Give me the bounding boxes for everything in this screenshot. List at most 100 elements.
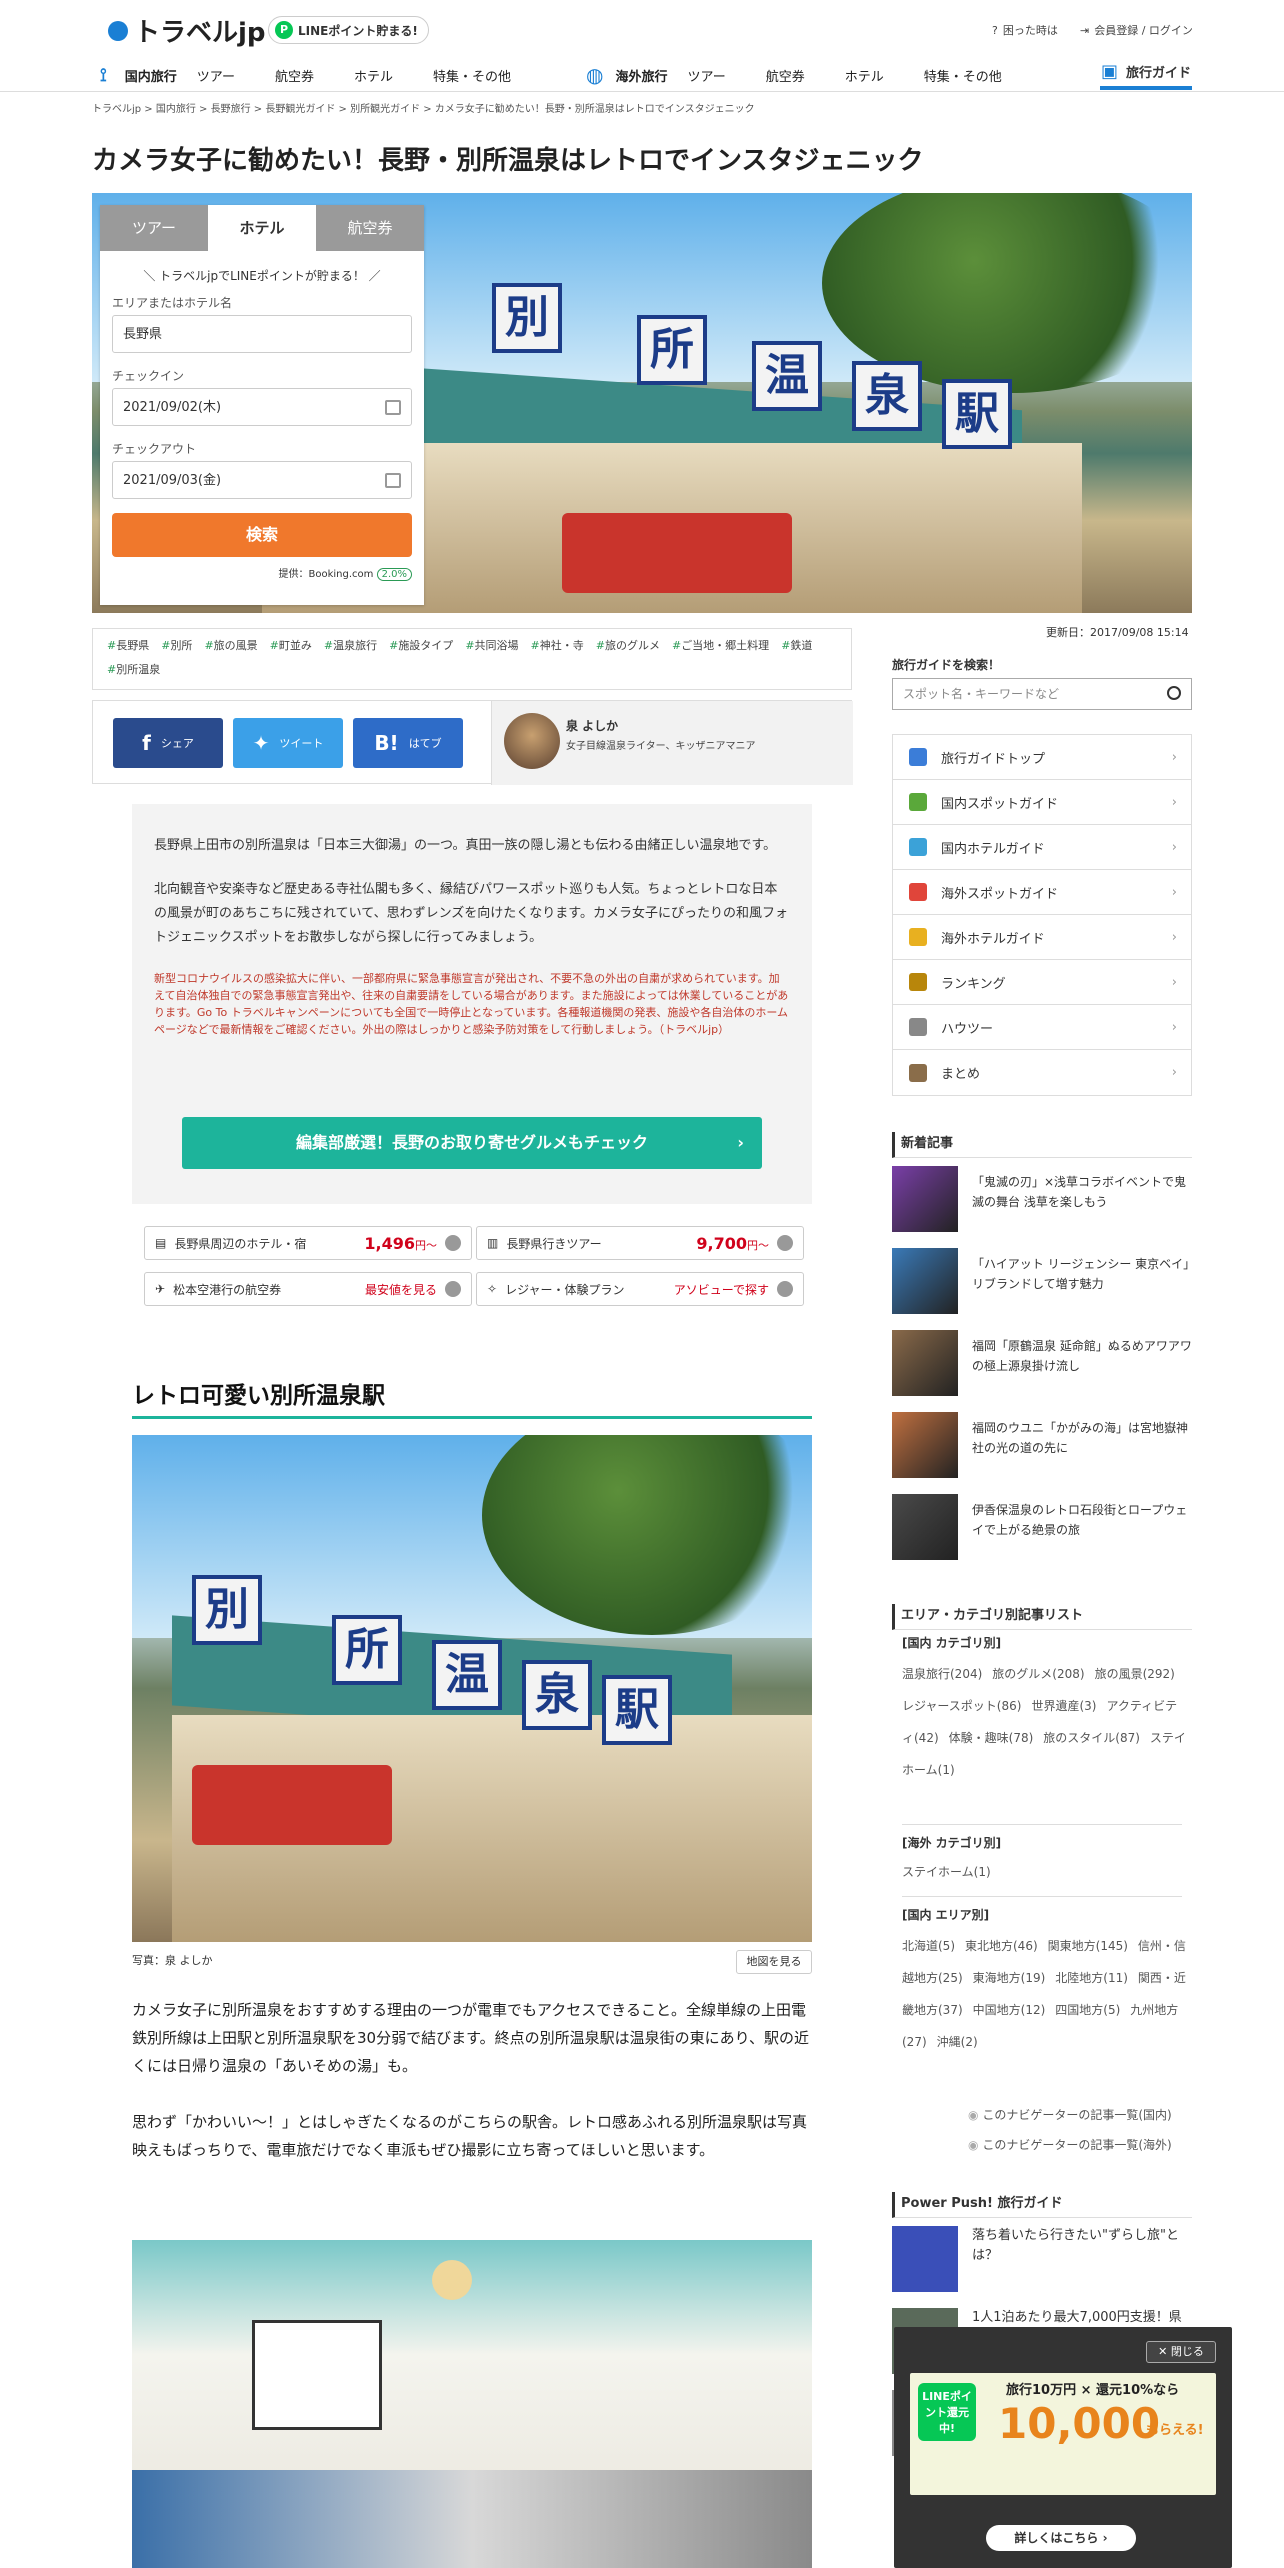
tag-link[interactable]: #温泉旅行 [324, 637, 377, 653]
sidebar-item[interactable]: ハウツー › [893, 1005, 1191, 1050]
hash-icon: # [204, 639, 214, 652]
chevron-right-icon: › [1171, 794, 1177, 810]
chevron-right-icon: › [1171, 839, 1177, 855]
lightbulb-icon: ✧ [487, 1282, 498, 1296]
news-item[interactable]: 福岡のウユニ「かがみの海」は宮地嶽神社の光の道の先に [892, 1412, 1192, 1478]
checkout-input[interactable]: 2021/09/03(金) [112, 461, 412, 499]
search-icon[interactable] [1167, 686, 1181, 700]
nav-domestic: ⟟ 国内旅行 ツアー 航空券 ホテル 特集・その他 [100, 60, 531, 90]
line-points-badge[interactable]: P LINEポイント貯まる! [268, 16, 429, 44]
category-link[interactable]: 沖縄(2) [937, 2035, 978, 2049]
tag-link[interactable]: #別所温泉 [107, 661, 160, 677]
quick-link-leisure[interactable]: ✧ レジャー・体験プラン アソビューで探す [476, 1272, 804, 1306]
arrow-circle-icon [445, 1281, 461, 1297]
nav-overseas-head[interactable]: ◍ 海外旅行 [586, 63, 667, 87]
category-link[interactable]: 関東地方(145) [1048, 1939, 1128, 1953]
map-button[interactable]: 地図を見る [736, 1950, 812, 1974]
author-card[interactable]: 泉 よしか 女子目線温泉ライター、キッザニアマニア [491, 701, 853, 785]
nav-domestic-head[interactable]: ⟟ 国内旅行 [100, 65, 177, 86]
line-campaign-banner[interactable]: ✕ 閉じる LINEポイント還元中! 旅行10万円 × 還元10%なら 10,0… [894, 2327, 1232, 2568]
category-link[interactable]: 東北地方(46) [965, 1939, 1038, 1953]
nav-overseas-special[interactable]: 特集・その他 [904, 66, 1022, 85]
tag-link[interactable]: #鉄道 [781, 637, 812, 653]
news-item[interactable]: 伊香保温泉のレトロ石段街とロープウェイで上がる絶景の旅 [892, 1494, 1192, 1560]
category-link[interactable]: 旅のスタイル(87) [1043, 1731, 1140, 1745]
tab-air[interactable]: 航空券 [316, 205, 424, 251]
breadcrumb[interactable]: トラベルjp > 国内旅行 > 長野旅行 > 長野観光ガイド > 別所観光ガイド… [92, 100, 755, 115]
map-pin-icon: ⟟ [100, 64, 107, 86]
guide-search-input[interactable]: スポット名・キーワードなど [892, 678, 1192, 710]
gourmet-link-button[interactable]: 編集部厳選！長野のお取り寄せグルメもチェック › [182, 1117, 762, 1169]
category-link[interactable]: 北陸地方(11) [1055, 1971, 1128, 1985]
tag-link[interactable]: #旅の風景 [204, 637, 257, 653]
category-link[interactable]: 北海道(5) [902, 1939, 955, 1953]
campaign-detail-button[interactable]: 詳しくはこちら › [986, 2525, 1136, 2551]
nav-domestic-air[interactable]: 航空券 [255, 66, 334, 85]
category-link[interactable]: レジャースポット(86) [902, 1699, 1021, 1713]
news-thumbnail [892, 1494, 958, 1560]
category-link[interactable]: 温泉旅行(204) [902, 1667, 982, 1681]
nav-travel-guide[interactable]: ▣ 旅行ガイド [1100, 56, 1192, 90]
category-link[interactable]: 東海地方(19) [973, 1971, 1046, 1985]
category-link[interactable]: 中国地方(12) [973, 2003, 1046, 2017]
area-input[interactable]: 長野県 [112, 315, 412, 353]
login-link[interactable]: ⇥ 会員登録 / ログイン [1080, 22, 1193, 38]
sidebar-item[interactable]: 旅行ガイドトップ › [893, 735, 1191, 780]
hash-icon: # [465, 639, 475, 652]
tag-link[interactable]: #ご当地・郷土料理 [672, 637, 769, 653]
tab-tour[interactable]: ツアー [100, 205, 208, 251]
nav-overseas-air[interactable]: 航空券 [746, 66, 825, 85]
area-domestic-heading: [国内 エリア別] [902, 1908, 990, 1922]
tab-hotel[interactable]: ホテル [208, 205, 316, 251]
twitter-share-button[interactable]: ✦ ツイート [233, 718, 343, 768]
news-item[interactable]: 「鬼滅の刃」×浅草コラボイベントで鬼滅の舞台 浅草を楽しもう [892, 1166, 1192, 1232]
sidebar-item[interactable]: 国内スポットガイド › [893, 780, 1191, 825]
category-link[interactable]: 四国地方(5) [1055, 2003, 1120, 2017]
quick-link-tour[interactable]: ▥ 長野県行きツアー 9,700円～ [476, 1226, 804, 1260]
search-button[interactable]: 検索 [112, 513, 412, 557]
checkin-input[interactable]: 2021/09/02(木) [112, 388, 412, 426]
sidebar-item[interactable]: 海外スポットガイド › [893, 870, 1191, 915]
facebook-share-button[interactable]: f シェア [113, 718, 223, 768]
hatena-bookmark-button[interactable]: B! はてブ [353, 718, 463, 768]
tag-link[interactable]: #旅のグルメ [596, 637, 660, 653]
tag-link[interactable]: #神社・寺 [531, 637, 584, 653]
calendar-icon[interactable] [385, 400, 401, 415]
close-button[interactable]: ✕ 閉じる [1146, 2341, 1216, 2363]
sidebar-item[interactable]: ランキング › [893, 960, 1191, 1005]
category-link[interactable]: ステイホーム(1) [902, 1865, 991, 1879]
sidebar-item[interactable]: 海外ホテルガイド › [893, 915, 1191, 960]
quick-link-hotel[interactable]: ▤ 長野県周辺のホテル・宿 1,496円～ [144, 1226, 472, 1260]
tag-link[interactable]: #別所 [161, 637, 192, 653]
category-link[interactable]: 体験・趣味(78) [949, 1731, 1034, 1745]
category-overseas-heading: [海外 カテゴリ別] [902, 1836, 1002, 1850]
navigator-overseas-link[interactable]: ◉ このナビゲーターの記事一覧(海外) [968, 2136, 1172, 2153]
nav-domestic-hotel[interactable]: ホテル [334, 66, 413, 85]
help-link[interactable]: ? 困った時は [992, 22, 1058, 38]
nav-overseas-hotel[interactable]: ホテル [825, 66, 904, 85]
tag-link[interactable]: #長野県 [107, 637, 149, 653]
arrow-circle-icon: ◉ [968, 2108, 979, 2122]
tag-link[interactable]: #共同浴場 [465, 637, 518, 653]
power-push-item[interactable]: 落ち着いたら行きたい"ずらし旅"とは？ [892, 2226, 1192, 2292]
navigator-domestic-link[interactable]: ◉ このナビゲーターの記事一覧(国内) [968, 2106, 1172, 2123]
power-push-thumbnail [892, 2226, 958, 2292]
site-logo[interactable]: トラベルjp [108, 12, 266, 49]
quick-link-flight[interactable]: ✈ 松本空港行の航空券 最安値を見る [144, 1272, 472, 1306]
tag-link[interactable]: #町並み [270, 637, 312, 653]
sidebar-item[interactable]: 国内ホテルガイド › [893, 825, 1191, 870]
category-link[interactable]: 世界遺産(3) [1031, 1699, 1096, 1713]
nav-domestic-special[interactable]: 特集・その他 [413, 66, 531, 85]
sidebar-item[interactable]: まとめ › [893, 1050, 1191, 1095]
news-title: 「鬼滅の刃」×浅草コラボイベントで鬼滅の舞台 浅草を楽しもう [972, 1175, 1187, 1209]
news-item[interactable]: 「ハイアット リージェンシー 東京ベイ」リブランドして増す魅力 [892, 1248, 1192, 1314]
nav-domestic-tour[interactable]: ツアー [177, 66, 255, 85]
facebook-icon: f [142, 731, 151, 755]
nav-overseas-tour[interactable]: ツアー [667, 66, 745, 85]
category-link[interactable]: 旅のグルメ(208) [992, 1667, 1084, 1681]
news-item[interactable]: 福岡「原鶴温泉 延命館」ぬるめアワアワの極上源泉掛け流し [892, 1330, 1192, 1396]
sidebar-item-label: 旅行ガイドトップ [941, 751, 1046, 767]
tag-link[interactable]: #施設タイプ [389, 637, 453, 653]
calendar-icon[interactable] [385, 473, 401, 488]
category-link[interactable]: 旅の風景(292) [1095, 1667, 1175, 1681]
